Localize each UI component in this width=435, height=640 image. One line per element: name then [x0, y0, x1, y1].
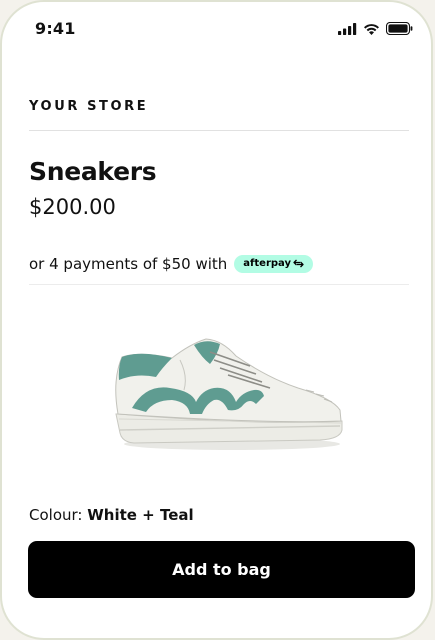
wifi-icon — [364, 23, 379, 35]
phone-frame: 9:41 YOUR STORE Sneakers $200.00 or 4 pa… — [0, 0, 433, 640]
product-price: $200.00 — [29, 195, 116, 219]
status-time: 9:41 — [35, 19, 76, 38]
add-to-bag-button[interactable]: Add to bag — [28, 541, 415, 598]
afterpay-label: afterpay — [243, 258, 291, 269]
store-name: YOUR STORE — [29, 99, 149, 114]
sneaker-image — [115, 338, 343, 450]
afterpay-badge[interactable]: afterpay — [234, 255, 313, 273]
colour-info: Colour: White + Teal — [29, 506, 194, 524]
colour-label: Colour: — [29, 506, 83, 524]
installment-info: or 4 payments of $50 with afterpay — [29, 255, 313, 273]
colour-value: White + Teal — [87, 506, 194, 524]
cellular-signal-icon — [338, 22, 357, 35]
afterpay-arrows-icon — [293, 259, 304, 268]
status-icons — [338, 22, 413, 35]
battery-icon — [386, 22, 413, 35]
status-bar: 9:41 — [2, 2, 431, 62]
header-divider — [29, 130, 409, 131]
payment-divider — [29, 284, 409, 285]
product-title: Sneakers — [29, 157, 157, 186]
installment-text: or 4 payments of $50 with — [29, 255, 228, 273]
